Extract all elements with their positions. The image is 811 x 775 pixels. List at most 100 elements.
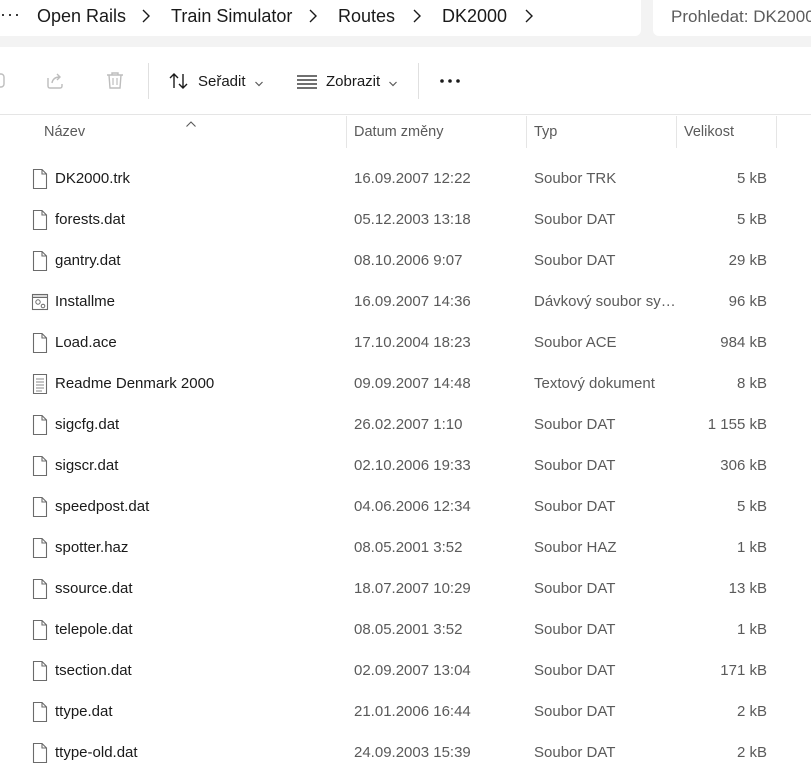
breadcrumb-item-routes[interactable]: Routes bbox=[338, 6, 395, 27]
breadcrumb-overflow-button[interactable]: ··· bbox=[0, 4, 21, 25]
toolbar-divider bbox=[418, 63, 419, 99]
breadcrumb-item-open-rails[interactable]: Open Rails bbox=[37, 6, 126, 27]
file-date: 08.10.2006 9:07 bbox=[354, 252, 463, 269]
file-row[interactable]: ttype.dat 21.01.2006 16:44 Soubor DAT 2 … bbox=[0, 692, 811, 733]
file-type: Soubor DAT bbox=[534, 498, 616, 515]
file-row[interactable]: tsection.dat 02.09.2007 13:04 Soubor DAT… bbox=[0, 651, 811, 692]
file-size: 1 kB bbox=[736, 539, 767, 556]
file-row[interactable]: Load.ace 17.10.2004 18:23 Soubor ACE 984… bbox=[0, 323, 811, 364]
chevron-right-icon[interactable] bbox=[138, 8, 154, 24]
file-type: Soubor DAT bbox=[534, 662, 616, 679]
file-row[interactable]: spotter.haz 08.05.2001 3:52 Soubor HAZ 1… bbox=[0, 528, 811, 569]
file-row[interactable]: sigscr.dat 02.10.2006 19:33 Soubor DAT 3… bbox=[0, 446, 811, 487]
file-date: 04.06.2006 12:34 bbox=[354, 498, 471, 515]
column-header-name[interactable]: Název bbox=[44, 124, 85, 140]
file-type: Soubor HAZ bbox=[534, 539, 617, 556]
file-name: telepole.dat bbox=[55, 621, 133, 638]
file-row[interactable]: sigcfg.dat 26.02.2007 1:10 Soubor DAT 1 … bbox=[0, 405, 811, 446]
file-icon bbox=[31, 168, 49, 190]
file-name: forests.dat bbox=[55, 211, 126, 228]
file-type: Soubor DAT bbox=[534, 416, 616, 433]
column-header-size[interactable]: Velikost bbox=[684, 124, 734, 140]
file-name: ssource.dat bbox=[55, 580, 133, 597]
file-size: 96 kB bbox=[728, 293, 767, 310]
chevron-down-icon bbox=[254, 76, 264, 87]
file-row[interactable]: Readme Denmark 2000 09.09.2007 14:48 Tex… bbox=[0, 364, 811, 405]
chevron-right-icon[interactable] bbox=[521, 8, 537, 24]
file-name: sigcfg.dat bbox=[55, 416, 120, 433]
file-name: ttype.dat bbox=[55, 703, 113, 720]
file-type: Dávkový soubor sy… bbox=[534, 293, 674, 310]
file-name: ttype-old.dat bbox=[55, 744, 138, 761]
file-size: 5 kB bbox=[736, 170, 767, 187]
file-row[interactable]: ttype-old.dat 24.09.2003 15:39 Soubor DA… bbox=[0, 733, 811, 774]
text-document-icon bbox=[31, 373, 49, 395]
file-size: 1 155 kB bbox=[707, 416, 767, 433]
sort-label: Seřadit bbox=[198, 72, 246, 90]
delete-icon[interactable] bbox=[104, 69, 126, 91]
file-row[interactable]: forests.dat 05.12.2003 13:18 Soubor DAT … bbox=[0, 200, 811, 241]
command-bar: Seřadit Zobrazit bbox=[0, 47, 811, 115]
sort-ascending-icon bbox=[185, 115, 197, 127]
file-icon bbox=[31, 578, 49, 600]
breadcrumb[interactable]: ··· Open Rails Train Simulator Routes DK… bbox=[0, 0, 641, 36]
file-icon bbox=[31, 742, 49, 764]
more-options-icon[interactable] bbox=[436, 69, 464, 91]
file-icon bbox=[31, 660, 49, 682]
column-divider[interactable] bbox=[776, 116, 777, 148]
file-size: 171 kB bbox=[720, 662, 767, 679]
file-icon bbox=[31, 701, 49, 723]
file-type: Soubor DAT bbox=[534, 211, 616, 228]
file-row[interactable]: telepole.dat 08.05.2001 3:52 Soubor DAT … bbox=[0, 610, 811, 651]
file-row[interactable]: DK2000.trk 16.09.2007 12:22 Soubor TRK 5… bbox=[0, 159, 811, 200]
column-header-date[interactable]: Datum změny bbox=[354, 124, 443, 140]
column-divider[interactable] bbox=[346, 116, 347, 148]
file-name: gantry.dat bbox=[55, 252, 121, 269]
chevron-right-icon[interactable] bbox=[409, 8, 425, 24]
column-header-type[interactable]: Typ bbox=[534, 124, 557, 140]
address-bar: ··· Open Rails Train Simulator Routes DK… bbox=[0, 0, 811, 47]
file-size: 2 kB bbox=[736, 703, 767, 720]
view-button[interactable]: Zobrazit bbox=[296, 67, 398, 95]
breadcrumb-item-dk2000[interactable]: DK2000 bbox=[442, 6, 507, 27]
chevron-down-icon bbox=[388, 76, 398, 87]
file-size: 2 kB bbox=[736, 744, 767, 761]
file-icon bbox=[31, 619, 49, 641]
file-row[interactable]: speedpost.dat 04.06.2006 12:34 Soubor DA… bbox=[0, 487, 811, 528]
search-input[interactable]: Prohledat: DK2000 bbox=[671, 7, 811, 27]
file-name: sigscr.dat bbox=[55, 457, 119, 474]
file-row[interactable]: gantry.dat 08.10.2006 9:07 Soubor DAT 29… bbox=[0, 241, 811, 282]
file-icon bbox=[31, 332, 49, 354]
view-label: Zobrazit bbox=[326, 72, 381, 90]
file-date: 18.07.2007 10:29 bbox=[354, 580, 471, 597]
sort-button[interactable]: Seřadit bbox=[168, 67, 264, 95]
file-type: Soubor DAT bbox=[534, 252, 616, 269]
file-type: Soubor TRK bbox=[534, 170, 617, 187]
column-divider[interactable] bbox=[676, 116, 677, 148]
file-date: 08.05.2001 3:52 bbox=[354, 621, 463, 638]
file-icon bbox=[31, 414, 49, 436]
sort-icon bbox=[168, 70, 190, 92]
search-box[interactable]: Prohledat: DK2000 bbox=[653, 0, 811, 36]
file-icon bbox=[31, 537, 49, 559]
file-size: 5 kB bbox=[736, 498, 767, 515]
file-date: 17.10.2004 18:23 bbox=[354, 334, 471, 351]
file-name: Readme Denmark 2000 bbox=[55, 375, 215, 392]
share-icon[interactable] bbox=[44, 69, 66, 91]
chevron-right-icon[interactable] bbox=[305, 8, 321, 24]
file-date: 08.05.2001 3:52 bbox=[354, 539, 463, 556]
file-row[interactable]: ssource.dat 18.07.2007 10:29 Soubor DAT … bbox=[0, 569, 811, 610]
file-icon bbox=[31, 455, 49, 477]
file-name: speedpost.dat bbox=[55, 498, 150, 515]
file-size: 13 kB bbox=[728, 580, 767, 597]
file-date: 16.09.2007 14:36 bbox=[354, 293, 471, 310]
file-row[interactable]: Installme 16.09.2007 14:36 Dávkový soubo… bbox=[0, 282, 811, 323]
column-divider[interactable] bbox=[526, 116, 527, 148]
file-type: Soubor DAT bbox=[534, 744, 616, 761]
file-size: 306 kB bbox=[720, 457, 767, 474]
copy-icon[interactable] bbox=[0, 69, 10, 91]
breadcrumb-item-train-simulator[interactable]: Train Simulator bbox=[171, 6, 292, 27]
file-name: Load.ace bbox=[55, 334, 117, 351]
file-name: DK2000.trk bbox=[55, 170, 131, 187]
file-type: Textový dokument bbox=[534, 375, 655, 392]
